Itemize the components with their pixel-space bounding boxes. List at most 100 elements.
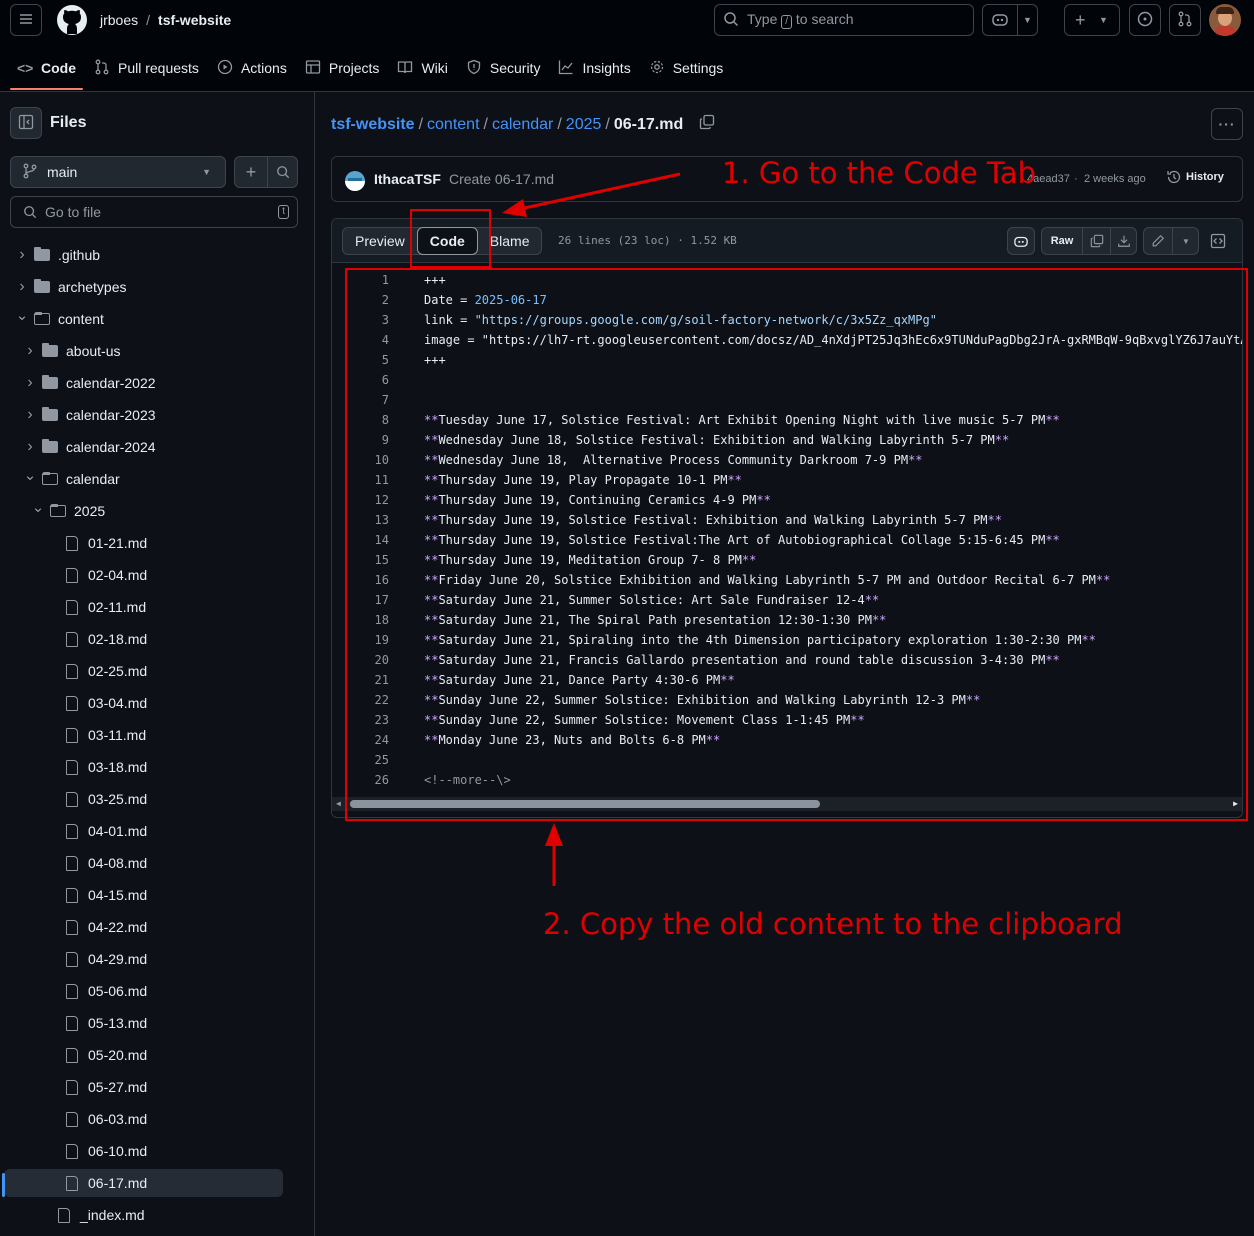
chevron-down-icon[interactable]: ⌄ — [30, 498, 46, 516]
create-new-button[interactable]: + ▼ — [1064, 4, 1120, 36]
tree-file[interactable]: _index.md — [4, 1201, 283, 1229]
file-icon — [66, 535, 78, 551]
tab-code[interactable]: <> Code — [8, 50, 85, 90]
search-shortcut-key: / — [781, 15, 793, 29]
tree-folder[interactable]: › calendar-2023 — [4, 401, 283, 429]
tree-file[interactable]: 03-25.md — [4, 785, 283, 813]
tree-file[interactable]: 02-11.md — [4, 593, 283, 621]
raw-button[interactable]: Raw — [1042, 228, 1082, 254]
tab-settings[interactable]: Settings — [640, 50, 733, 86]
tree-file[interactable]: 04-01.md — [4, 817, 283, 845]
history-button[interactable]: History — [1166, 169, 1224, 185]
tree-file[interactable]: 04-29.md — [4, 945, 283, 973]
download-button[interactable] — [1110, 228, 1137, 254]
more-options-button[interactable]: ··· — [1211, 108, 1243, 140]
tab-preview[interactable]: Preview — [343, 228, 417, 254]
symbols-panel-button[interactable] — [1210, 233, 1226, 252]
repo-path: jrboes / tsf-website — [100, 10, 231, 30]
chevron-right-icon[interactable]: › — [22, 374, 38, 392]
search-files-button[interactable] — [267, 157, 298, 187]
tree-file[interactable]: 04-22.md — [4, 913, 283, 941]
copilot-button[interactable]: ▼ — [982, 4, 1038, 36]
collapse-sidebar-button[interactable] — [10, 107, 42, 139]
tree-file[interactable]: 05-06.md — [4, 977, 283, 1005]
tree-file[interactable]: 06-17.md — [2, 1169, 283, 1197]
copy-path-icon[interactable] — [699, 114, 715, 135]
copy-icon — [1090, 234, 1103, 248]
tree-folder[interactable]: › .github — [4, 241, 283, 269]
copilot-ask-button[interactable] — [1007, 227, 1035, 255]
chevron-right-icon[interactable]: › — [22, 342, 38, 360]
repo-name-link[interactable]: tsf-website — [158, 12, 231, 28]
tree-file[interactable]: 02-25.md — [4, 657, 283, 685]
issues-button[interactable] — [1129, 4, 1161, 36]
tab-insights[interactable]: Insights — [549, 50, 639, 86]
tree-folder[interactable]: › about-us — [4, 337, 283, 365]
scroll-left-arrow-icon[interactable]: ◀ — [336, 799, 341, 808]
search-icon — [277, 166, 290, 179]
author-avatar[interactable] — [345, 171, 365, 191]
tree-file[interactable]: 05-27.md — [4, 1073, 283, 1101]
breadcrumb-separator: / — [605, 115, 610, 133]
breadcrumb-link[interactable]: 2025 — [566, 116, 602, 134]
repo-owner-link[interactable]: jrboes — [100, 12, 138, 28]
breadcrumb-link[interactable]: calendar — [492, 116, 553, 134]
avatar[interactable] — [1209, 4, 1241, 36]
tab-projects[interactable]: Projects — [296, 50, 389, 86]
file-actions-group: + — [234, 156, 298, 188]
search-input[interactable]: Type / to search — [714, 4, 974, 36]
chevron-down-icon[interactable]: ▼ — [1017, 5, 1037, 35]
chevron-down-icon[interactable]: ⌄ — [14, 306, 30, 324]
tree-file[interactable]: 06-03.md — [4, 1105, 283, 1133]
chevron-down-icon[interactable]: ⌄ — [22, 466, 38, 484]
tree-item-label: 06-10.md — [88, 1143, 148, 1159]
tree-file[interactable]: 04-08.md — [4, 849, 283, 877]
tab-security[interactable]: Security — [457, 50, 550, 86]
tree-file[interactable]: 03-04.md — [4, 689, 283, 717]
add-file-button[interactable]: + — [235, 157, 267, 187]
pull-requests-button[interactable] — [1169, 4, 1201, 36]
commit-message[interactable]: Create 06-17.md — [449, 171, 554, 187]
tree-folder[interactable]: › calendar-2022 — [4, 369, 283, 397]
tree-file[interactable]: 05-13.md — [4, 1009, 283, 1037]
tree-file[interactable]: 04-15.md — [4, 881, 283, 909]
edit-button[interactable] — [1144, 228, 1172, 254]
go-to-file-input[interactable]: Go to file t — [10, 196, 298, 228]
breadcrumb-link[interactable]: content — [427, 116, 479, 134]
tree-folder[interactable]: › archetypes — [4, 273, 283, 301]
copy-raw-button[interactable] — [1082, 228, 1110, 254]
menu-button[interactable] — [10, 4, 42, 36]
branch-selector[interactable]: main ▼ — [10, 156, 226, 188]
breadcrumb-link[interactable]: tsf-website — [331, 116, 415, 134]
github-logo-icon[interactable] — [56, 4, 88, 36]
chevron-right-icon[interactable]: › — [14, 246, 30, 264]
breadcrumb: tsf-website / content / calendar / 2025 … — [331, 114, 715, 135]
tree-file[interactable]: 05-20.md — [4, 1041, 283, 1069]
tree-file[interactable]: 02-04.md — [4, 561, 283, 589]
chevron-down-icon: ▼ — [1099, 15, 1108, 25]
tab-wiki[interactable]: Wiki — [388, 50, 456, 86]
tree-file[interactable]: 02-18.md — [4, 625, 283, 653]
tree-file[interactable]: 06-10.md — [4, 1137, 283, 1165]
tree-item-label: 03-04.md — [88, 695, 148, 711]
tab-label: Projects — [328, 60, 380, 76]
folder-open-icon — [42, 472, 58, 485]
tab-actions[interactable]: Actions — [208, 50, 296, 86]
tree-file[interactable]: 03-18.md — [4, 753, 283, 781]
tree-file[interactable]: 01-21.md — [4, 529, 283, 557]
tree-folder[interactable]: ⌄ content — [4, 305, 283, 333]
chevron-right-icon[interactable]: › — [22, 438, 38, 456]
tab-label: Code — [41, 60, 76, 76]
tree-folder[interactable]: ⌄ calendar — [4, 465, 283, 493]
chevron-right-icon[interactable]: › — [14, 278, 30, 296]
tree-folder[interactable]: ⌄ 2025 — [4, 497, 283, 525]
chevron-down-icon[interactable]: ▼ — [1172, 228, 1199, 254]
tree-folder[interactable]: › calendar-2024 — [4, 433, 283, 461]
tree-file[interactable]: 03-11.md — [4, 721, 283, 749]
commit-author[interactable]: IthacaTSF — [374, 171, 441, 187]
file-icon — [66, 1111, 78, 1127]
branch-name: main — [47, 164, 78, 180]
tree-item-label: 01-21.md — [88, 535, 148, 551]
chevron-right-icon[interactable]: › — [22, 406, 38, 424]
tab-pull-requests[interactable]: Pull requests — [85, 50, 208, 86]
